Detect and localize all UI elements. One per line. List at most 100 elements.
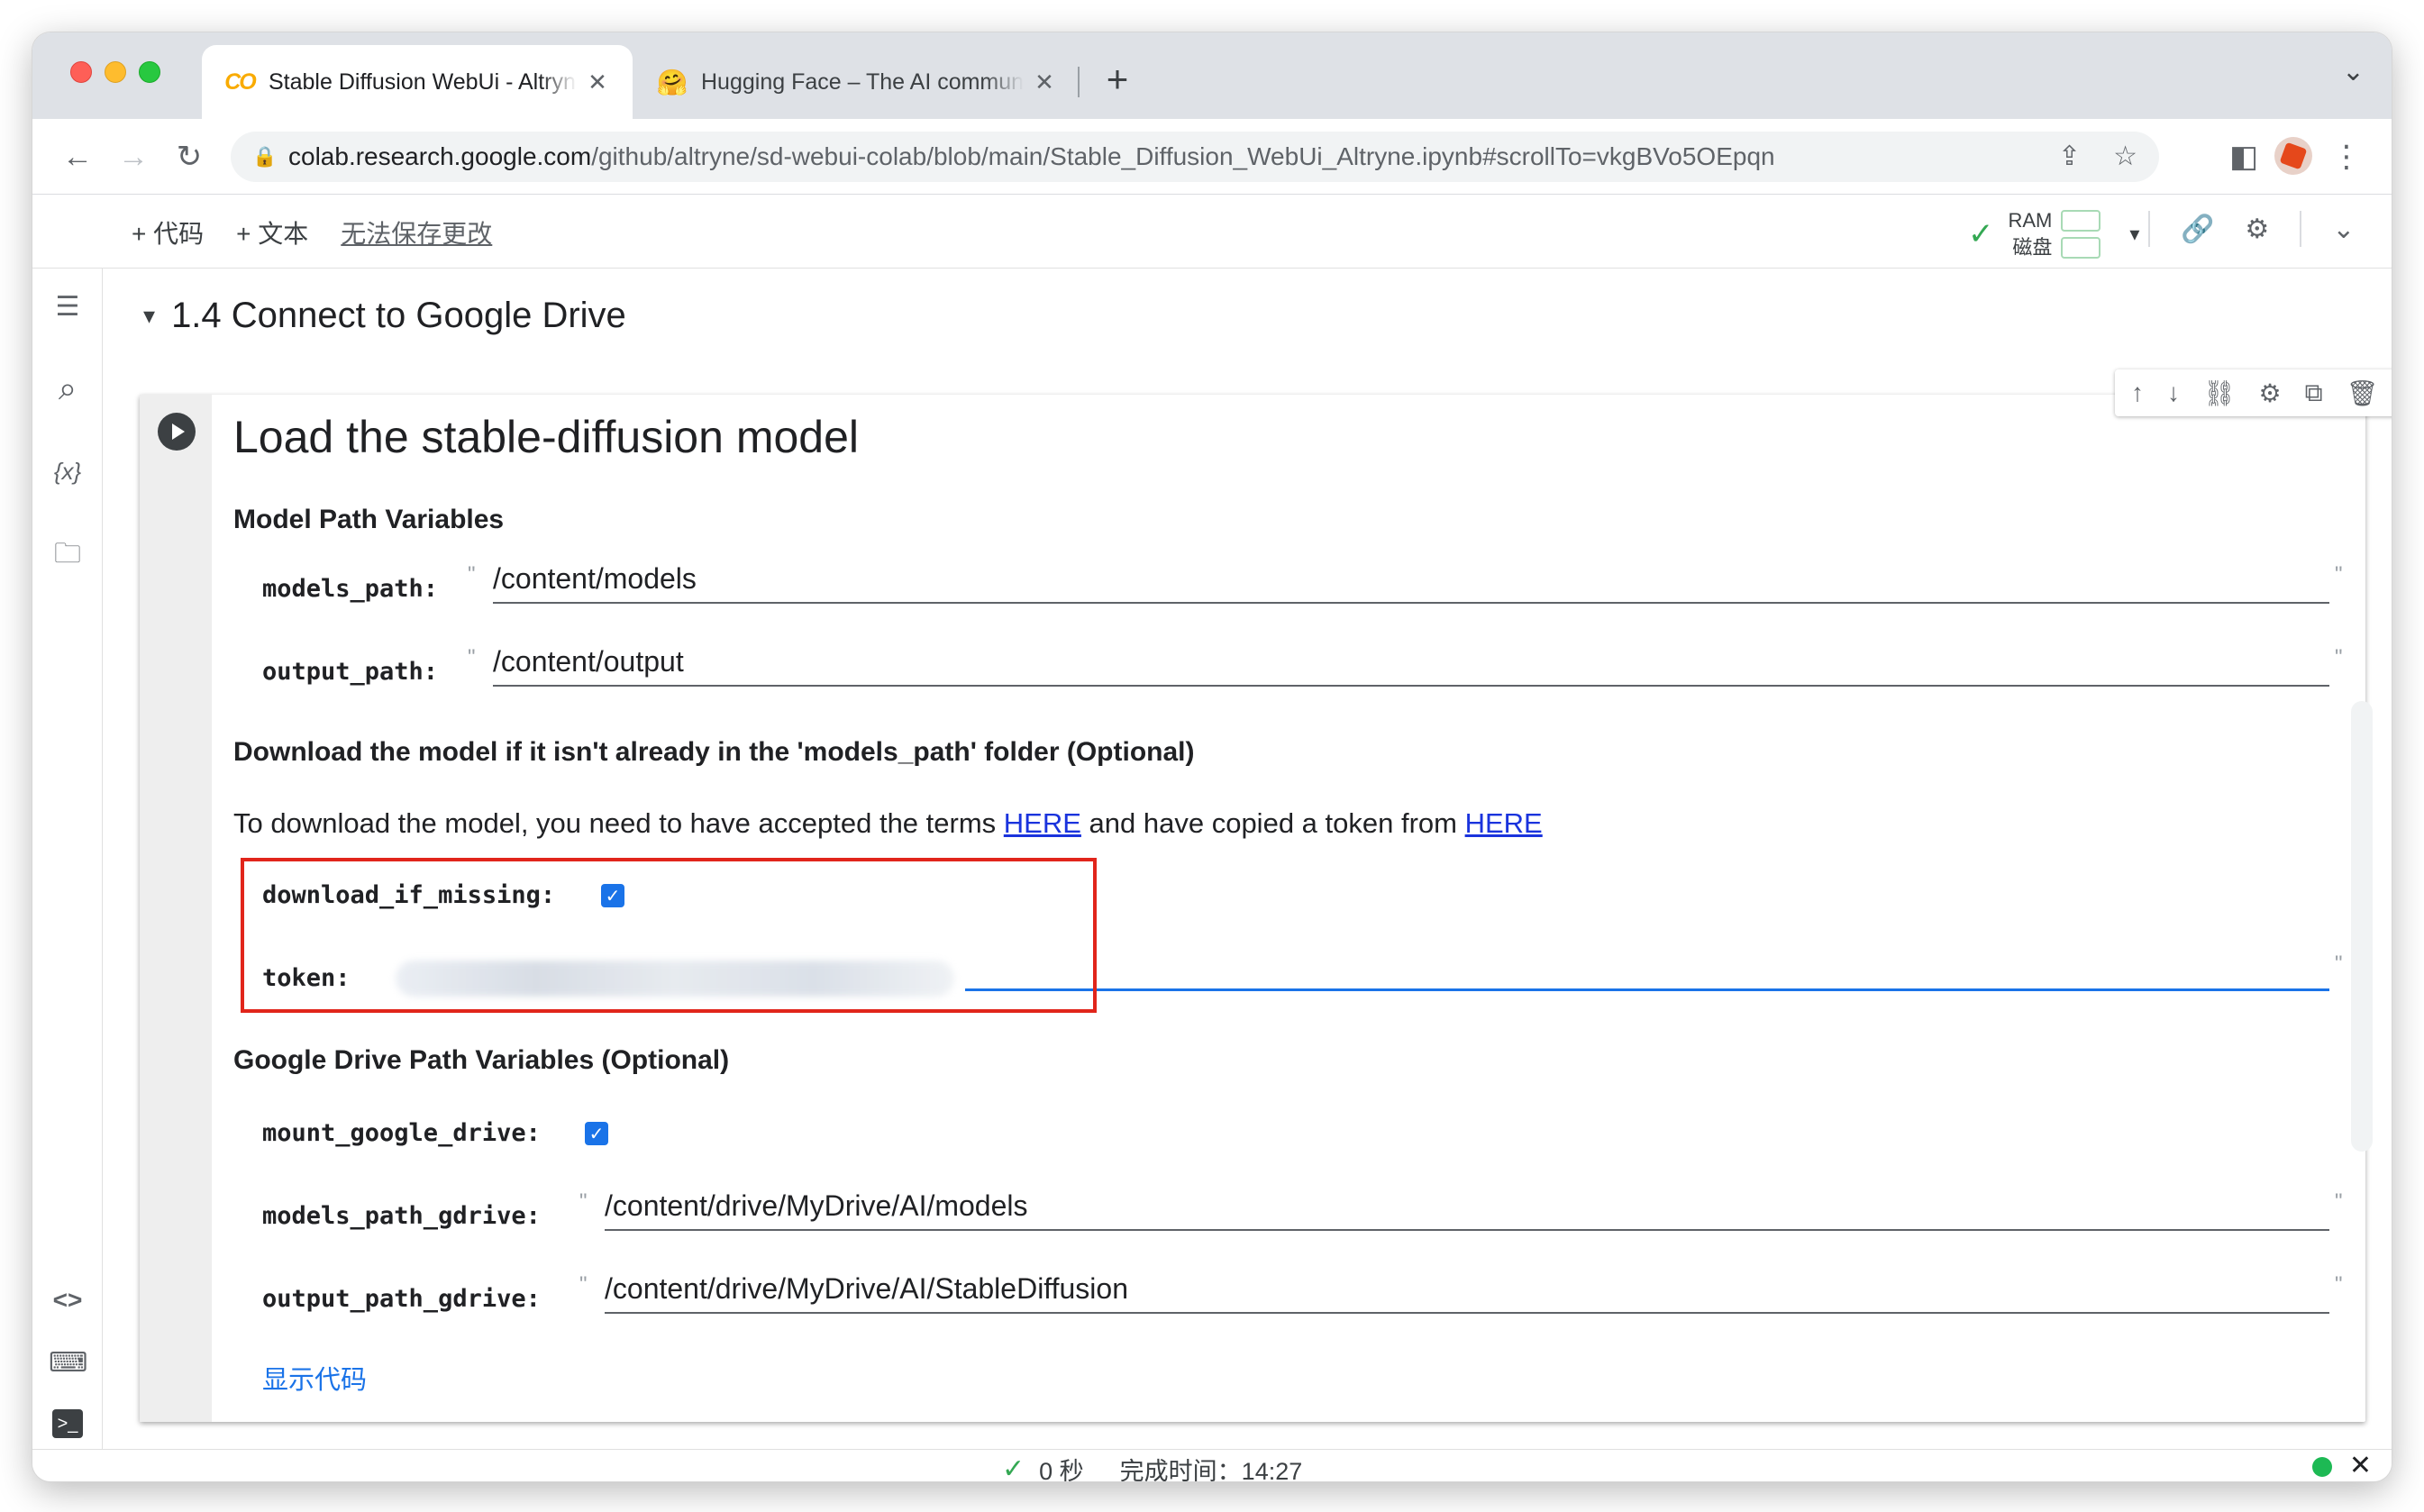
status-bar: ✓ 0 秒 完成时间：14:27 ✕ — [32, 1449, 2392, 1481]
browser-toolbar: ← → ↻ 🔒 colab.research.google.com/github… — [32, 119, 2392, 195]
url-host: colab.research.google.com — [288, 142, 592, 170]
hugging-face-icon: 🤗 — [656, 68, 688, 96]
cannot-save-link[interactable]: 无法保存更改 — [341, 214, 492, 250]
add-text-button[interactable]: + 文本 — [236, 214, 308, 250]
folder-icon[interactable]: 🗀 — [49, 535, 87, 573]
form-cell[interactable]: ↑ ↓ ⛓ ⚙ ⧉ 🗑 ⋮ Load the stable-diffusion … — [140, 369, 2392, 1422]
colab-icon: CO — [224, 68, 256, 95]
collapse-caret-icon[interactable]: ▾ — [143, 302, 155, 330]
download-instructions: To download the model, you need to have … — [233, 807, 1543, 840]
token-input[interactable] — [965, 943, 2329, 991]
close-icon[interactable]: ✕ — [1031, 68, 1058, 96]
new-tab-button[interactable]: + — [1092, 54, 1143, 105]
gear-icon[interactable]: ⚙ — [2245, 214, 2269, 245]
code-snippets-icon[interactable]: <> — [49, 1281, 87, 1319]
command-palette-icon[interactable]: ⌨ — [49, 1344, 87, 1382]
status-indicator-dot — [2312, 1457, 2332, 1477]
run-cell-button[interactable] — [158, 413, 196, 451]
profile-avatar[interactable] — [2274, 137, 2312, 175]
output-path-input[interactable]: /content/output — [493, 638, 2329, 687]
maximize-window-button[interactable] — [139, 61, 160, 83]
browser-menu-icon[interactable]: ⋮ — [2321, 132, 2372, 182]
close-window-button[interactable] — [70, 61, 92, 83]
execution-completed-time: 完成时间：14:27 — [1119, 1458, 1303, 1481]
models-path-label: models_path: — [262, 575, 439, 603]
minimize-window-button[interactable] — [105, 61, 126, 83]
scrollbar[interactable] — [2351, 701, 2373, 1152]
tab-title: Stable Diffusion WebUi - Altryne — [269, 68, 577, 95]
reload-icon[interactable]: ↻ — [164, 132, 214, 182]
output-path-gdrive-input[interactable]: /content/drive/MyDrive/AI/StableDiffusio… — [605, 1265, 2329, 1314]
link-icon[interactable]: 🔗 — [2181, 214, 2214, 245]
model-path-heading: Model Path Variables — [233, 505, 505, 534]
models-path-gdrive-label: models_path_gdrive: — [262, 1202, 541, 1230]
play-icon — [172, 424, 185, 440]
ram-label: RAM — [2008, 209, 2053, 232]
back-icon[interactable]: ← — [52, 132, 103, 182]
terminal-icon[interactable]: >_ — [52, 1409, 83, 1438]
quote-mark: " — [468, 645, 476, 669]
tab-stable-diffusion[interactable]: CO Stable Diffusion WebUi - Altryne ✕ — [202, 45, 633, 119]
quote-mark: " — [2335, 1189, 2343, 1214]
quote-mark: " — [579, 1189, 588, 1214]
download-heading: Download the model if it isn't already i… — [233, 737, 1195, 767]
tab-divider — [1078, 67, 1080, 97]
forward-icon[interactable]: → — [108, 132, 159, 182]
ram-bar — [2061, 210, 2101, 232]
form-content: Load the stable-diffusion model Model Pa… — [233, 395, 2343, 1422]
models-path-input[interactable]: /content/models — [493, 555, 2329, 604]
terms-link[interactable]: HERE — [1004, 807, 1081, 839]
models-path-gdrive-input[interactable]: /content/drive/MyDrive/AI/models — [605, 1182, 2329, 1231]
section-title: 1.4 Connect to Google Drive — [171, 296, 626, 335]
disk-label: 磁盘 — [2012, 236, 2053, 259]
close-status-icon[interactable]: ✕ — [2349, 1450, 2372, 1481]
gdrive-heading: Google Drive Path Variables (Optional) — [233, 1045, 730, 1075]
address-bar[interactable]: 🔒 colab.research.google.com/github/altry… — [231, 132, 2159, 182]
table-of-contents-icon[interactable]: ☰ — [49, 288, 87, 326]
share-icon[interactable]: ⇪ — [2058, 141, 2081, 172]
tab-hugging-face[interactable]: 🤗 Hugging Face – The AI community ✕ — [634, 45, 1080, 119]
mount-google-drive-label: mount_google_drive: — [262, 1119, 541, 1147]
show-code-link[interactable]: 显示代码 — [262, 1359, 367, 1397]
form-title: Load the stable-diffusion model — [233, 412, 859, 462]
quote-mark: " — [579, 1272, 588, 1297]
chevron-down-icon[interactable]: ▾ — [2129, 223, 2139, 246]
disk-bar — [2061, 237, 2101, 259]
resource-monitor[interactable]: ✓ RAM 磁盘 ▾ — [1968, 207, 2139, 261]
cell-gutter — [140, 395, 212, 1422]
delete-cell-icon[interactable]: 🗑 — [2347, 378, 2379, 408]
close-icon[interactable]: ✕ — [584, 68, 611, 96]
notebook-area: ▾ 1.4 Connect to Google Drive ↑ ↓ ⛓ ⚙ ⧉ … — [104, 269, 2392, 1449]
add-code-button[interactable]: + 代码 — [132, 214, 204, 250]
tab-title: Hugging Face – The AI community — [701, 68, 1024, 95]
bookmark-star-icon[interactable]: ☆ — [2113, 141, 2137, 172]
divider — [2148, 211, 2150, 247]
quote-mark: " — [468, 562, 476, 587]
red-highlight-box — [241, 858, 1097, 1013]
lock-icon[interactable]: 🔒 — [252, 145, 288, 169]
side-panel-icon[interactable]: ◧ — [2219, 132, 2269, 182]
tab-strip: CO Stable Diffusion WebUi - Altryne ✕ 🤗 … — [32, 32, 2392, 119]
token-link[interactable]: HERE — [1465, 807, 1543, 839]
connected-check-icon: ✓ — [1968, 217, 1994, 251]
instructions-text: and have copied a token from — [1080, 807, 1465, 839]
browser-window: CO Stable Diffusion WebUi - Altryne ✕ 🤗 … — [32, 32, 2392, 1481]
quote-mark: " — [2335, 1272, 2343, 1297]
variables-icon[interactable]: {x} — [49, 452, 87, 490]
collapse-header-icon[interactable]: ⌄ — [2332, 214, 2355, 245]
quote-mark: " — [2335, 562, 2343, 587]
mount-google-drive-checkbox[interactable]: ✓ — [585, 1122, 608, 1145]
extension-icon — [2279, 141, 2308, 170]
execution-duration: 0 秒 — [1039, 1458, 1084, 1481]
search-icon[interactable]: ⌕ — [49, 369, 87, 407]
quote-mark: " — [2335, 645, 2343, 669]
execution-check-icon: ✓ — [1002, 1454, 1025, 1481]
tab-search-icon[interactable]: ⌄ — [2342, 56, 2365, 87]
section-heading[interactable]: ▾ 1.4 Connect to Google Drive — [143, 296, 626, 336]
execution-status[interactable]: ✓ 0 秒 完成时间：14:27 — [1002, 1452, 1302, 1481]
instructions-text: To download the model, you need to have … — [233, 807, 1004, 839]
output-path-label: output_path: — [262, 658, 439, 686]
left-rail: ☰ ⌕ {x} 🗀 <> ⌨ >_ — [32, 269, 103, 1449]
colab-toolbar: + 代码 + 文本 无法保存更改 ✓ RAM 磁盘 ▾ 🔗 ⚙ ⌄ — [32, 195, 2392, 269]
output-path-gdrive-label: output_path_gdrive: — [262, 1285, 541, 1313]
